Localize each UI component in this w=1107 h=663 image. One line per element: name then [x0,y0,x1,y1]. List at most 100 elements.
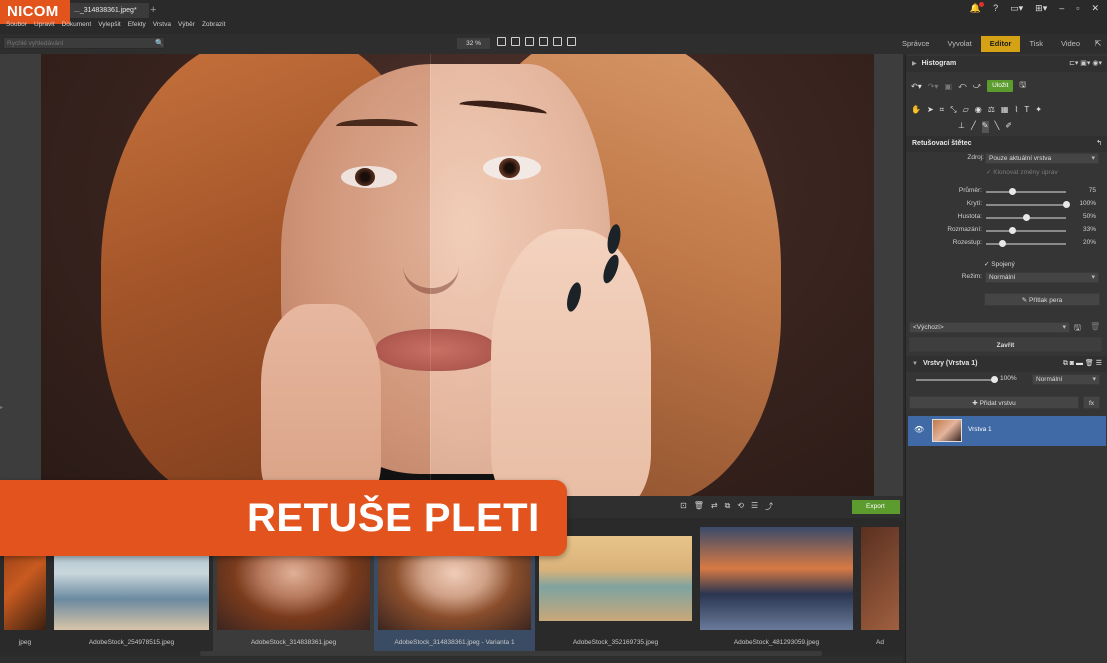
property-value[interactable]: 100% [1079,200,1096,207]
visibility-eye-icon[interactable]: 👁 [914,425,924,434]
new-tab-button[interactable]: + [150,3,156,18]
image-icon[interactable]: ▣ [944,82,952,91]
reset-icon[interactable]: ↰ [1096,136,1102,152]
compare-split-line[interactable] [430,54,431,496]
document-tab[interactable]: ..._314838361.jpeg* [70,3,149,18]
property-value[interactable]: 33% [1083,226,1096,233]
popout-icon[interactable]: ⇱ [1089,34,1107,54]
brush-tool-icon[interactable]: ╱ [971,121,976,133]
save-as-icon[interactable]: 🖫 [1019,79,1026,93]
search-input[interactable] [3,37,165,49]
pen-pressure-button[interactable]: ✎ Přítlak pera [984,293,1100,306]
menu-soubor[interactable]: Soubor [6,21,27,28]
layout-icon[interactable]: ⊞▾ [1035,3,1047,14]
edited-photo[interactable] [41,54,874,496]
slider-knob[interactable] [1063,201,1070,208]
smudge-tool-icon[interactable]: ╲ [995,121,1000,133]
hand-tool-icon[interactable]: ✋ [911,105,921,117]
layer-mode-select[interactable]: Normální [1032,374,1100,385]
stamp-tool-icon[interactable]: ⊥ [958,121,965,133]
menu-upravit[interactable]: Upravit [34,21,55,28]
save-preset-icon[interactable]: 🖫 [1074,322,1081,336]
select-icon[interactable]: ⊡ [680,501,687,512]
add-layer-button[interactable]: ✚ Přidat vrstvu [909,396,1079,409]
compare-icon[interactable] [567,37,576,46]
fill-tool-icon[interactable]: ⌇ [1014,105,1018,117]
undo-icon[interactable]: ↶▾ [911,82,922,91]
property-slider[interactable] [986,240,1066,247]
layer-opacity-slider[interactable] [916,376,998,383]
property-value[interactable]: 75 [1089,187,1096,194]
effects-tool-icon[interactable]: ✦ [1035,105,1042,117]
share-icon[interactable]: ⤴ [765,501,773,512]
canvas-area[interactable]: ▸ [0,54,903,496]
close-icon[interactable]: ✕ [1091,3,1099,14]
heal-tool-icon[interactable]: ✐ [1005,121,1012,133]
zoom-level[interactable]: 32 % [457,38,490,49]
transform-tool-icon[interactable]: ⤡ [950,105,956,117]
clone-adjustments-checkbox[interactable]: ✓ Klonovat změny úprav [986,168,1058,176]
property-value[interactable]: 50% [1083,213,1096,220]
redo-icon[interactable]: ↷▾ [928,82,939,91]
slider-knob[interactable] [1009,227,1017,234]
monitor-icon[interactable]: ▭▾ [1010,3,1023,14]
rotate-right-icon[interactable]: ⤻ [973,81,982,91]
slider-knob[interactable] [999,240,1006,247]
tab-tisk[interactable]: Tisk [1020,34,1051,54]
histogram-options-icon[interactable]: ⊏▾ ▣▾ ◉▾ [1069,56,1102,72]
actual-size-icon[interactable] [497,37,506,46]
menu-vylepsit[interactable]: Vylepšit [98,21,121,28]
adjust-tool-icon[interactable]: ⚖ [988,105,995,117]
layer-item[interactable]: 👁 Vrstva 1 [908,416,1106,446]
thumbnail[interactable]: Ad [857,518,903,651]
frame-tool-icon[interactable]: ▦ [1001,105,1009,117]
blend-mode-select[interactable]: Normální [985,272,1099,283]
tab-vyvolat[interactable]: Vyvolat [938,34,980,54]
fit-screen-icon[interactable] [511,37,520,46]
close-button[interactable]: Zavřít [909,337,1102,352]
property-value[interactable]: 20% [1083,239,1096,246]
tab-video[interactable]: Video [1052,34,1089,54]
pointer-tool-icon[interactable]: ➤ [927,105,934,117]
rotate-left-icon[interactable]: ⤺ [958,81,967,91]
search-icon[interactable]: 🔍 [155,39,164,47]
crop-tool-icon[interactable]: ⌗ [940,105,945,117]
sort-icon[interactable]: ☰ [751,501,758,512]
slider-knob[interactable] [1008,188,1016,195]
slider-knob[interactable] [1023,214,1030,221]
layer-actions-icon[interactable]: ⧉ ◙ ▬ 🗑 ☰ [1063,356,1102,372]
preset-select[interactable]: <Výchozí> [909,322,1070,333]
lock-icon[interactable] [553,37,562,46]
collapse-left-icon[interactable]: ▸ [0,404,3,411]
maximize-icon[interactable]: ▫ [1076,3,1079,14]
property-slider[interactable] [986,214,1066,221]
fx-button[interactable]: fx [1083,396,1100,409]
menu-vyber[interactable]: Výběr [178,21,195,28]
property-slider[interactable] [986,227,1066,234]
property-slider[interactable] [986,201,1070,208]
menu-dokument[interactable]: Dokument [62,21,92,28]
eye-tool-icon[interactable]: ◉ [975,105,982,117]
layers-header[interactable]: ▼ Vrstvy (Vrstva 1) ⧉ ◙ ▬ 🗑 ☰ [906,356,1107,372]
menu-efekty[interactable]: Efekty [128,21,146,28]
source-select[interactable]: Pouze aktuální vrstva [985,153,1099,164]
retouch-brush-icon[interactable]: ✎ [981,121,989,133]
tab-editor[interactable]: Editor [980,36,1021,52]
thumbnail[interactable]: AdobeStock_481293059.jpeg [696,518,857,651]
fullscreen-icon[interactable] [539,37,548,46]
histogram-header[interactable]: ▶ Histogram ⊏▾ ▣▾ ◉▾ [906,56,1107,72]
delete-icon[interactable]: 🗑 [694,501,704,512]
connected-checkbox[interactable]: ✓ Spojený [984,260,1015,268]
rotate-icon[interactable]: ⟲ [737,501,744,512]
export-button[interactable]: Export [852,500,900,514]
menu-vrstva[interactable]: Vrstva [153,21,171,28]
minimize-icon[interactable]: – [1059,3,1064,14]
save-button[interactable]: Uložit [987,80,1014,92]
selection-tool-icon[interactable]: ▱ [963,105,969,117]
tab-spravce[interactable]: Správce [893,34,939,54]
delete-preset-icon[interactable]: 🗑 [1090,322,1100,331]
menu-zobrazit[interactable]: Zobrazit [202,21,225,28]
move-icon[interactable]: ⇄ [711,501,718,512]
copy-icon[interactable]: ⧉ [725,501,731,512]
fill-screen-icon[interactable] [525,37,534,46]
